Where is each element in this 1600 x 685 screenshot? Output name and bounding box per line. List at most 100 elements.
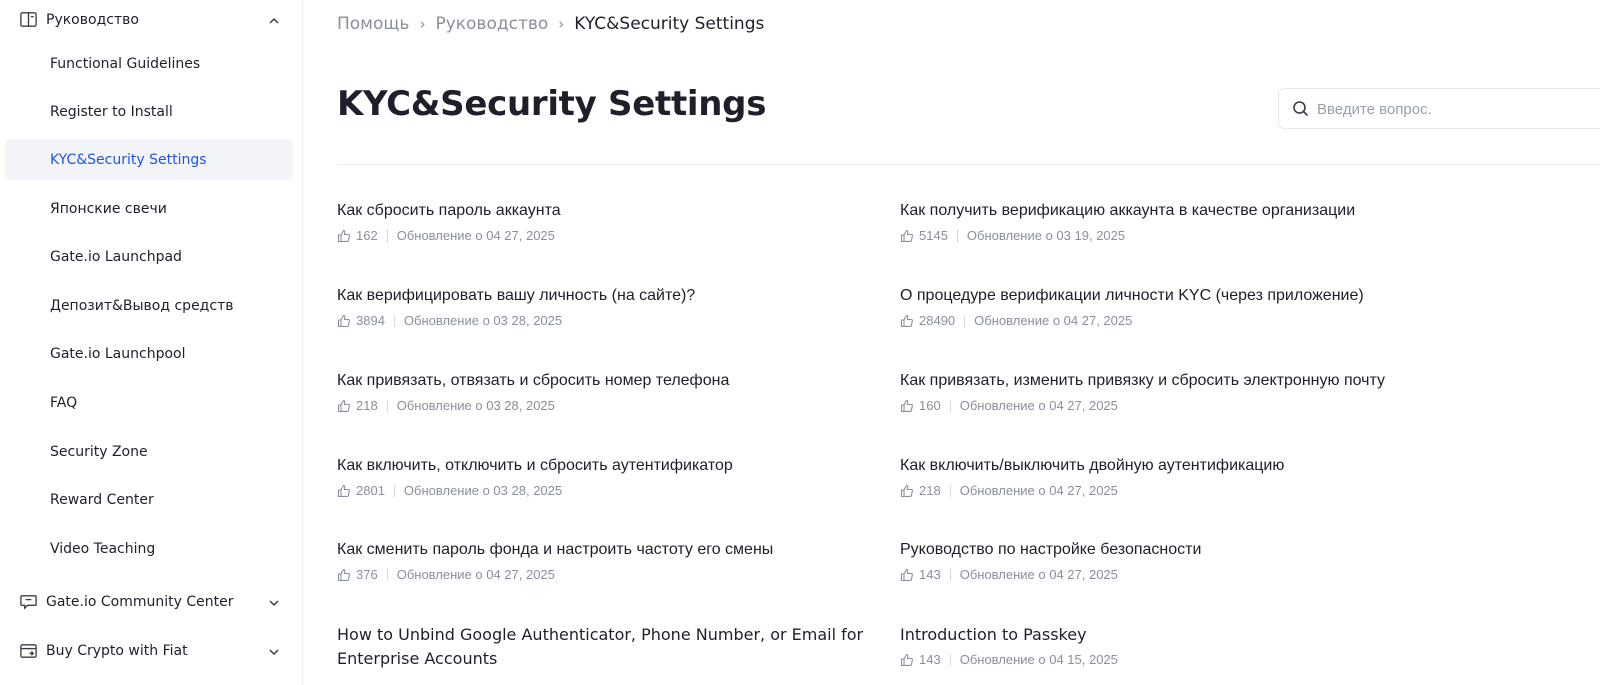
article-title[interactable]: Как привязать, отвязать и сбросить номер… xyxy=(337,369,867,393)
sidebar: Руководство Functional Guidelines Regist… xyxy=(0,0,303,685)
meta-separator xyxy=(964,314,966,327)
article-updated: Обновление о 04 27, 2025 xyxy=(959,567,1118,582)
meta-separator xyxy=(386,568,388,581)
main-content: Помощь › Руководство › KYC&Security Sett… xyxy=(337,0,1600,685)
meta-separator xyxy=(949,484,951,497)
article-meta: 160 Обновление о 04 27, 2025 xyxy=(900,398,1430,413)
article-title[interactable]: Как верифицировать вашу личность (на сай… xyxy=(337,284,867,308)
sidebar-item-video-teaching[interactable]: Video Teaching xyxy=(5,528,293,569)
thumbs-up-icon xyxy=(900,653,913,666)
breadcrumb: Помощь › Руководство › KYC&Security Sett… xyxy=(337,13,764,35)
meta-separator xyxy=(956,229,958,242)
article-updated: Обновление о 03 28, 2025 xyxy=(403,483,563,498)
article-updated: Обновление о 04 27, 2025 xyxy=(396,567,555,582)
article-meta: 218 Обновление о 04 27, 2025 xyxy=(900,483,1430,498)
search-input[interactable] xyxy=(1317,95,1597,123)
sidebar-section-label: Buy Crypto with Fiat xyxy=(46,643,188,659)
article-title[interactable]: Как сбросить пароль аккаунта xyxy=(337,199,867,223)
article-updated: Обновление о 04 27, 2025 xyxy=(959,398,1118,413)
article-title[interactable]: Как включить, отключить и сбросить аутен… xyxy=(337,454,867,478)
meta-separator xyxy=(386,399,388,412)
article-meta: 376 Обновление о 04 27, 2025 xyxy=(337,567,867,582)
breadcrumb-current: KYC&Security Settings xyxy=(574,14,765,34)
search-icon xyxy=(1293,101,1309,117)
article-likes: 2801 xyxy=(356,483,385,498)
article-likes: 3894 xyxy=(356,313,385,328)
meta-separator xyxy=(949,568,951,581)
meta-separator xyxy=(949,399,951,412)
article-likes: 143 xyxy=(919,652,941,667)
article-likes: 162 xyxy=(356,228,378,243)
thumbs-up-icon xyxy=(337,229,350,242)
article-item: Как сбросить пароль аккаунта 162 Обновле… xyxy=(337,199,867,243)
chat-icon xyxy=(20,595,37,610)
article-likes: 5145 xyxy=(919,228,948,243)
sidebar-item-japanese-candles[interactable]: Японские свечи xyxy=(5,188,293,229)
sidebar-item-launchpad[interactable]: Gate.io Launchpad xyxy=(5,236,293,277)
sidebar-item-deposit-withdraw[interactable]: Депозит&Вывод средств xyxy=(5,285,293,326)
breadcrumb-help[interactable]: Помощь xyxy=(337,14,409,34)
meta-separator xyxy=(386,229,388,242)
sidebar-section-label: Gate.io Community Center xyxy=(46,594,234,610)
chevron-right-icon: › xyxy=(419,15,426,33)
article-item: How to Unbind Google Authenticator, Phon… xyxy=(337,623,867,671)
article-likes: 376 xyxy=(356,567,378,582)
article-item: Как сменить пароль фонда и настроить час… xyxy=(337,538,867,582)
sidebar-item-functional-guidelines[interactable]: Functional Guidelines xyxy=(5,43,293,84)
article-title[interactable]: Introduction to Passkey xyxy=(900,623,1430,647)
article-title[interactable]: How to Unbind Google Authenticator, Phon… xyxy=(337,623,867,671)
chevron-up-icon xyxy=(269,17,279,24)
article-updated: Обновление о 04 27, 2025 xyxy=(959,483,1118,498)
page-title: KYC&Security Settings xyxy=(337,84,767,124)
article-meta: 3894 Обновление о 03 28, 2025 xyxy=(337,313,867,328)
article-updated: Обновление о 04 27, 2025 xyxy=(396,228,555,243)
article-title[interactable]: О процедуре верификации личности KYC (че… xyxy=(900,284,1430,308)
article-likes: 28490 xyxy=(919,313,956,328)
sidebar-item-launchpool[interactable]: Gate.io Launchpool xyxy=(5,333,293,374)
article-meta: 28490 Обновление о 04 27, 2025 xyxy=(900,313,1430,328)
thumbs-up-icon xyxy=(900,568,913,581)
book-icon xyxy=(20,12,37,27)
thumbs-up-icon xyxy=(900,399,913,412)
divider xyxy=(337,164,1600,165)
search-box xyxy=(1278,88,1600,129)
article-meta: 143 Обновление о 04 27, 2025 xyxy=(900,567,1430,582)
sidebar-item-register-to-install[interactable]: Register to Install xyxy=(5,91,293,132)
sidebar-item-security-zone[interactable]: Security Zone xyxy=(5,431,293,472)
thumbs-up-icon xyxy=(337,314,350,327)
wallet-icon xyxy=(20,644,37,658)
article-title[interactable]: Как сменить пароль фонда и настроить час… xyxy=(337,538,867,562)
sidebar-item-kyc-security[interactable]: KYC&Security Settings xyxy=(5,139,293,180)
article-item: О процедуре верификации личности KYC (че… xyxy=(900,284,1430,328)
article-title[interactable]: Как включить/выключить двойную аутентифи… xyxy=(900,454,1430,478)
thumbs-up-icon xyxy=(900,314,913,327)
article-meta: 143 Обновление о 04 15, 2025 xyxy=(900,652,1430,667)
article-likes: 160 xyxy=(919,398,941,413)
article-meta: 2801 Обновление о 03 28, 2025 xyxy=(337,483,867,498)
sidebar-section-guide[interactable]: Руководство xyxy=(0,0,303,40)
article-likes: 143 xyxy=(919,567,941,582)
meta-separator xyxy=(949,653,951,666)
sidebar-section-fiat[interactable]: Buy Crypto with Fiat xyxy=(0,631,303,671)
article-title[interactable]: Как получить верификацию аккаунта в каче… xyxy=(900,199,1430,223)
chevron-down-icon xyxy=(269,649,279,656)
breadcrumb-guide[interactable]: Руководство xyxy=(435,14,548,34)
article-updated: Обновление о 04 27, 2025 xyxy=(974,313,1133,328)
article-meta: 162 Обновление о 04 27, 2025 xyxy=(337,228,867,243)
article-item: Как включить, отключить и сбросить аутен… xyxy=(337,454,867,498)
sidebar-item-reward-center[interactable]: Reward Center xyxy=(5,479,293,520)
article-title[interactable]: Руководство по настройке безопасности xyxy=(900,538,1430,562)
thumbs-up-icon xyxy=(337,399,350,412)
article-updated: Обновление о 03 28, 2025 xyxy=(403,313,563,328)
article-meta: 5145 Обновление о 03 19, 2025 xyxy=(900,228,1430,243)
sidebar-section-community[interactable]: Gate.io Community Center xyxy=(0,582,303,622)
thumbs-up-icon xyxy=(337,484,350,497)
chevron-down-icon xyxy=(269,600,279,607)
article-updated: Обновление о 04 15, 2025 xyxy=(959,652,1118,667)
thumbs-up-icon xyxy=(900,484,913,497)
meta-separator xyxy=(393,314,395,327)
chevron-right-icon: › xyxy=(558,15,565,33)
sidebar-item-faq[interactable]: FAQ xyxy=(5,382,293,423)
article-title[interactable]: Как привязать, изменить привязку и сброс… xyxy=(900,369,1430,393)
sidebar-section-label: Руководство xyxy=(46,12,139,28)
